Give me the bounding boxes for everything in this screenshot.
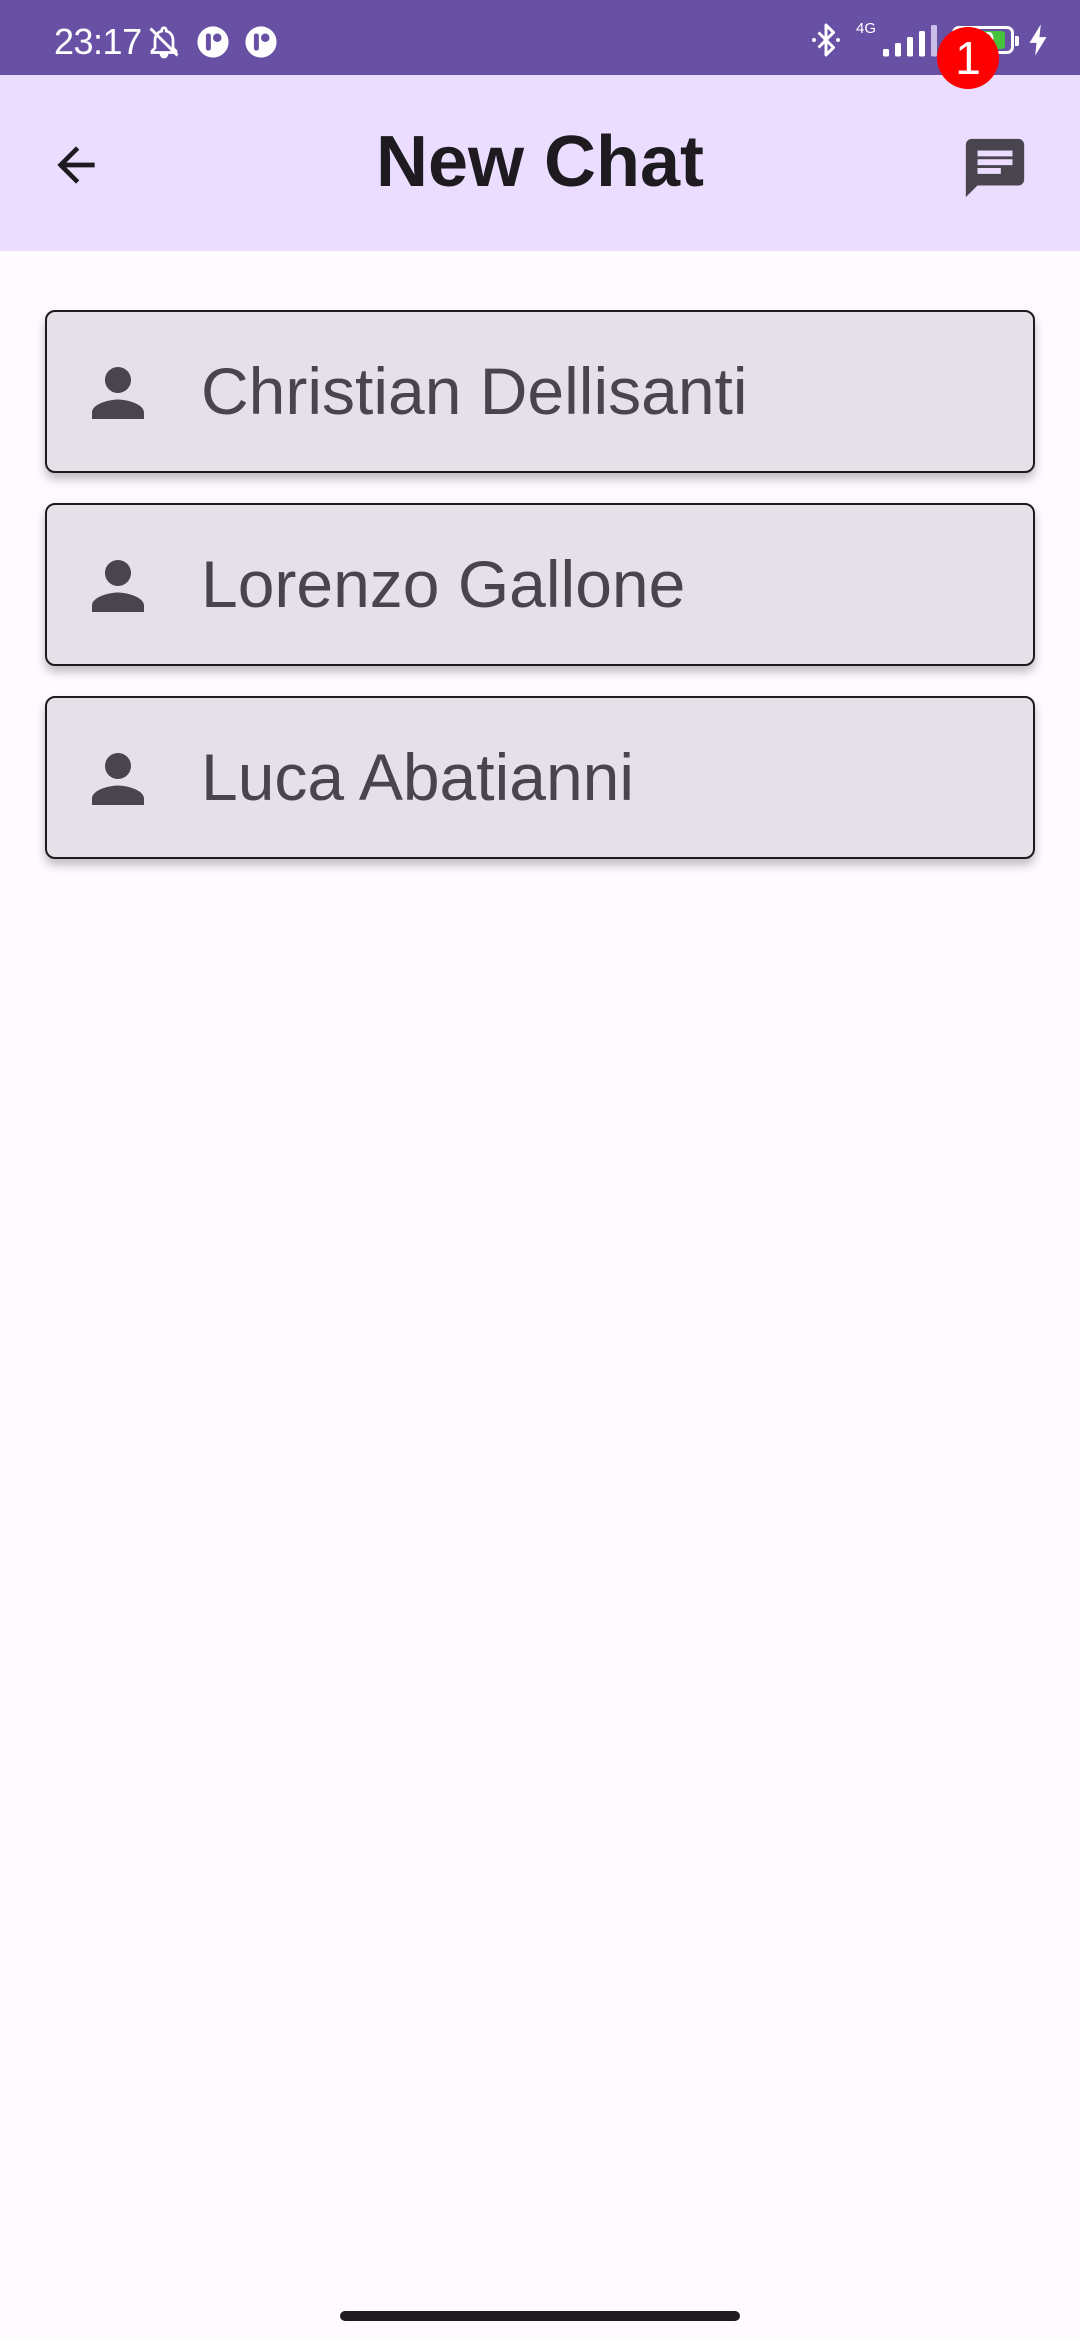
contact-item[interactable]: Lorenzo Gallone (45, 503, 1035, 666)
contact-name: Christian Dellisanti (201, 354, 748, 428)
status-right-icons: 4G 89 (808, 20, 1050, 60)
contact-name: Luca Abatianni (201, 740, 635, 814)
bluetooth-icon (812, 23, 840, 57)
home-indicator[interactable] (340, 2311, 740, 2321)
contact-name: Lorenzo Gallone (201, 547, 686, 621)
app-icon (245, 26, 277, 58)
charging-icon (1029, 24, 1047, 56)
page-title: New Chat (375, 122, 705, 202)
person-icon (92, 753, 144, 805)
chat-icon (965, 138, 1025, 198)
contact-item[interactable]: Christian Dellisanti (45, 310, 1035, 473)
app-bar: New Chat (0, 75, 1080, 251)
chat-button[interactable] (950, 123, 1040, 213)
bell-off-icon (149, 26, 179, 59)
app-icon (197, 26, 229, 58)
network-type: 4G (855, 19, 876, 37)
contact-item[interactable]: Luca Abatianni (45, 696, 1035, 859)
status-time: 23:17 (54, 21, 142, 62)
contact-list: Christian Dellisanti Lorenzo Gallone Luc… (45, 310, 1035, 889)
person-icon (92, 367, 144, 419)
signal-icon (883, 25, 937, 57)
status-bar: 23:17 4G (0, 0, 1080, 75)
status-left-icons (146, 24, 278, 60)
notification-badge: 1 (937, 27, 999, 89)
person-icon (92, 560, 144, 612)
